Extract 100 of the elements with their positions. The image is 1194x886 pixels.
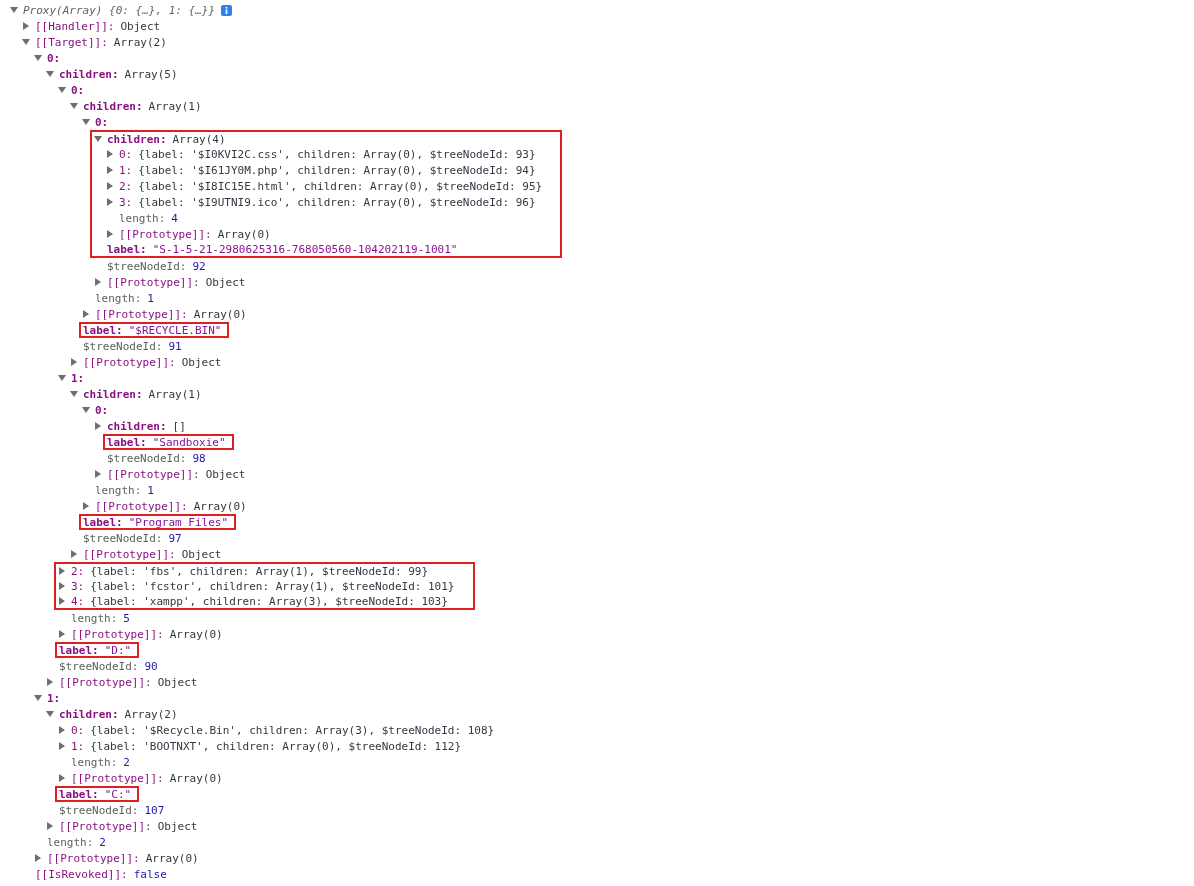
property-value: 107: [144, 803, 165, 817]
property-key: $treeNodeId:: [83, 339, 163, 353]
property-value: Array(0): [169, 627, 223, 641]
property-value: "$RECYCLE.BIN": [128, 323, 222, 337]
triangle-down-icon[interactable]: [46, 70, 54, 78]
triangle-right-icon[interactable]: [46, 822, 54, 830]
triangle-right-icon[interactable]: [94, 422, 102, 430]
triangle-down-icon[interactable]: [58, 374, 66, 382]
triangle-right-icon[interactable]: [58, 567, 66, 575]
triangle-right-icon[interactable]: [106, 198, 114, 206]
property-key: [[Prototype]]:: [59, 675, 152, 689]
property-key: [[Prototype]]:: [59, 819, 152, 833]
property-value: 91: [168, 339, 182, 353]
property-value: Array(1): [148, 387, 202, 401]
property-key: length:: [95, 291, 142, 305]
property-value: {label: '$I61JY0M.php', children: Array(0), $treeNodeId: 94}: [138, 163, 536, 177]
triangle-right-icon[interactable]: [94, 470, 102, 478]
property-key: label:: [107, 242, 147, 256]
triangle-down-icon[interactable]: [70, 390, 78, 398]
property-key: 0:: [95, 115, 109, 129]
triangle-right-icon[interactable]: [58, 742, 66, 750]
triangle-right-icon[interactable]: [70, 358, 78, 366]
property-key: $treeNodeId:: [107, 259, 187, 273]
property-key: children:: [107, 419, 167, 433]
property-value: Object: [181, 547, 222, 561]
property-key: [[Prototype]]:: [47, 851, 140, 865]
triangle-down-icon[interactable]: [34, 694, 42, 702]
property-key: length:: [47, 835, 94, 849]
property-key: label:: [83, 515, 123, 529]
triangle-right-icon[interactable]: [58, 630, 66, 638]
property-value: {label: '$I8IC15E.html', children: Array(0), $treeNodeId: 95}: [138, 179, 543, 193]
property-value: "S-1-5-21-2980625316-768050560-104202119-1001": [152, 242, 458, 256]
property-value: Array(4): [172, 132, 226, 146]
triangle-right-icon[interactable]: [58, 726, 66, 734]
property-key: label:: [59, 643, 99, 657]
property-key: label:: [107, 435, 147, 449]
property-value: 2: [123, 755, 130, 769]
property-value: Object: [157, 819, 198, 833]
triangle-down-icon[interactable]: [34, 54, 42, 62]
property-value: {label: '$I9UTNI9.ico', children: Array(0), $treeNodeId: 96}: [138, 195, 536, 209]
property-key: [[Handler]]:: [35, 19, 115, 33]
triangle-right-icon[interactable]: [34, 854, 42, 862]
triangle-right-icon[interactable]: [94, 278, 102, 286]
property-value: "C:": [104, 787, 132, 801]
property-key: length:: [71, 755, 118, 769]
triangle-right-icon[interactable]: [70, 550, 78, 558]
triangle-down-icon[interactable]: [22, 38, 30, 46]
triangle-right-icon[interactable]: [58, 774, 66, 782]
property-value: Object: [205, 467, 246, 481]
property-key: children:: [83, 99, 143, 113]
property-key: $treeNodeId:: [59, 803, 139, 817]
property-key: [[Prototype]]:: [107, 275, 200, 289]
property-key: 1:: [47, 691, 61, 705]
property-key: 1:: [119, 163, 133, 177]
property-value: 98: [192, 451, 206, 465]
property-key: [[Prototype]]:: [83, 547, 176, 561]
property-key: children:: [59, 707, 119, 721]
triangle-right-icon[interactable]: [58, 582, 66, 590]
triangle-right-icon[interactable]: [82, 502, 90, 510]
triangle-down-icon[interactable]: [70, 102, 78, 110]
property-key: 4:: [71, 594, 85, 608]
property-key: 1:: [71, 371, 85, 385]
triangle-down-icon[interactable]: [46, 710, 54, 718]
triangle-right-icon[interactable]: [106, 150, 114, 158]
property-key: $treeNodeId:: [107, 451, 187, 465]
property-value: {label: '$Recycle.Bin', children: Array(3), $treeNodeId: 108}: [90, 723, 495, 737]
property-key: $treeNodeId:: [83, 531, 163, 545]
property-value: Array(0): [145, 851, 199, 865]
property-value: Array(0): [169, 771, 223, 785]
property-key: label:: [59, 787, 99, 801]
property-key: 3:: [71, 579, 85, 593]
triangle-right-icon[interactable]: [106, 230, 114, 238]
triangle-down-icon[interactable]: [82, 406, 90, 414]
property-value: Array(5): [124, 67, 178, 81]
info-icon[interactable]: [221, 4, 233, 16]
property-key: [[IsRevoked]]:: [35, 867, 128, 881]
triangle-down-icon[interactable]: [10, 6, 18, 14]
triangle-down-icon[interactable]: [94, 135, 102, 143]
property-value: 1: [147, 483, 154, 497]
property-key: [[Prototype]]:: [71, 627, 164, 641]
proxy-summary: Proxy(Array) {0: {…}, 1: {…}}: [23, 3, 216, 17]
property-key: 2:: [119, 179, 133, 193]
property-key: length:: [119, 211, 166, 225]
property-key: length:: [95, 483, 142, 497]
property-value: Object: [120, 19, 161, 33]
property-value: 90: [144, 659, 158, 673]
triangle-right-icon[interactable]: [46, 678, 54, 686]
property-value: 92: [192, 259, 206, 273]
property-value: Object: [181, 355, 222, 369]
property-value: {label: '$I0KVI2C.css', children: Array(0), $treeNodeId: 93}: [138, 147, 536, 161]
property-value: {label: 'fcstor', children: Array(1), $treeNodeId: 101}: [90, 579, 455, 593]
triangle-right-icon[interactable]: [58, 597, 66, 605]
triangle-right-icon[interactable]: [22, 22, 30, 30]
triangle-right-icon[interactable]: [82, 310, 90, 318]
property-value: Object: [205, 275, 246, 289]
triangle-down-icon[interactable]: [58, 86, 66, 94]
triangle-down-icon[interactable]: [82, 118, 90, 126]
property-value: 2: [99, 835, 106, 849]
triangle-right-icon[interactable]: [106, 182, 114, 190]
triangle-right-icon[interactable]: [106, 166, 114, 174]
